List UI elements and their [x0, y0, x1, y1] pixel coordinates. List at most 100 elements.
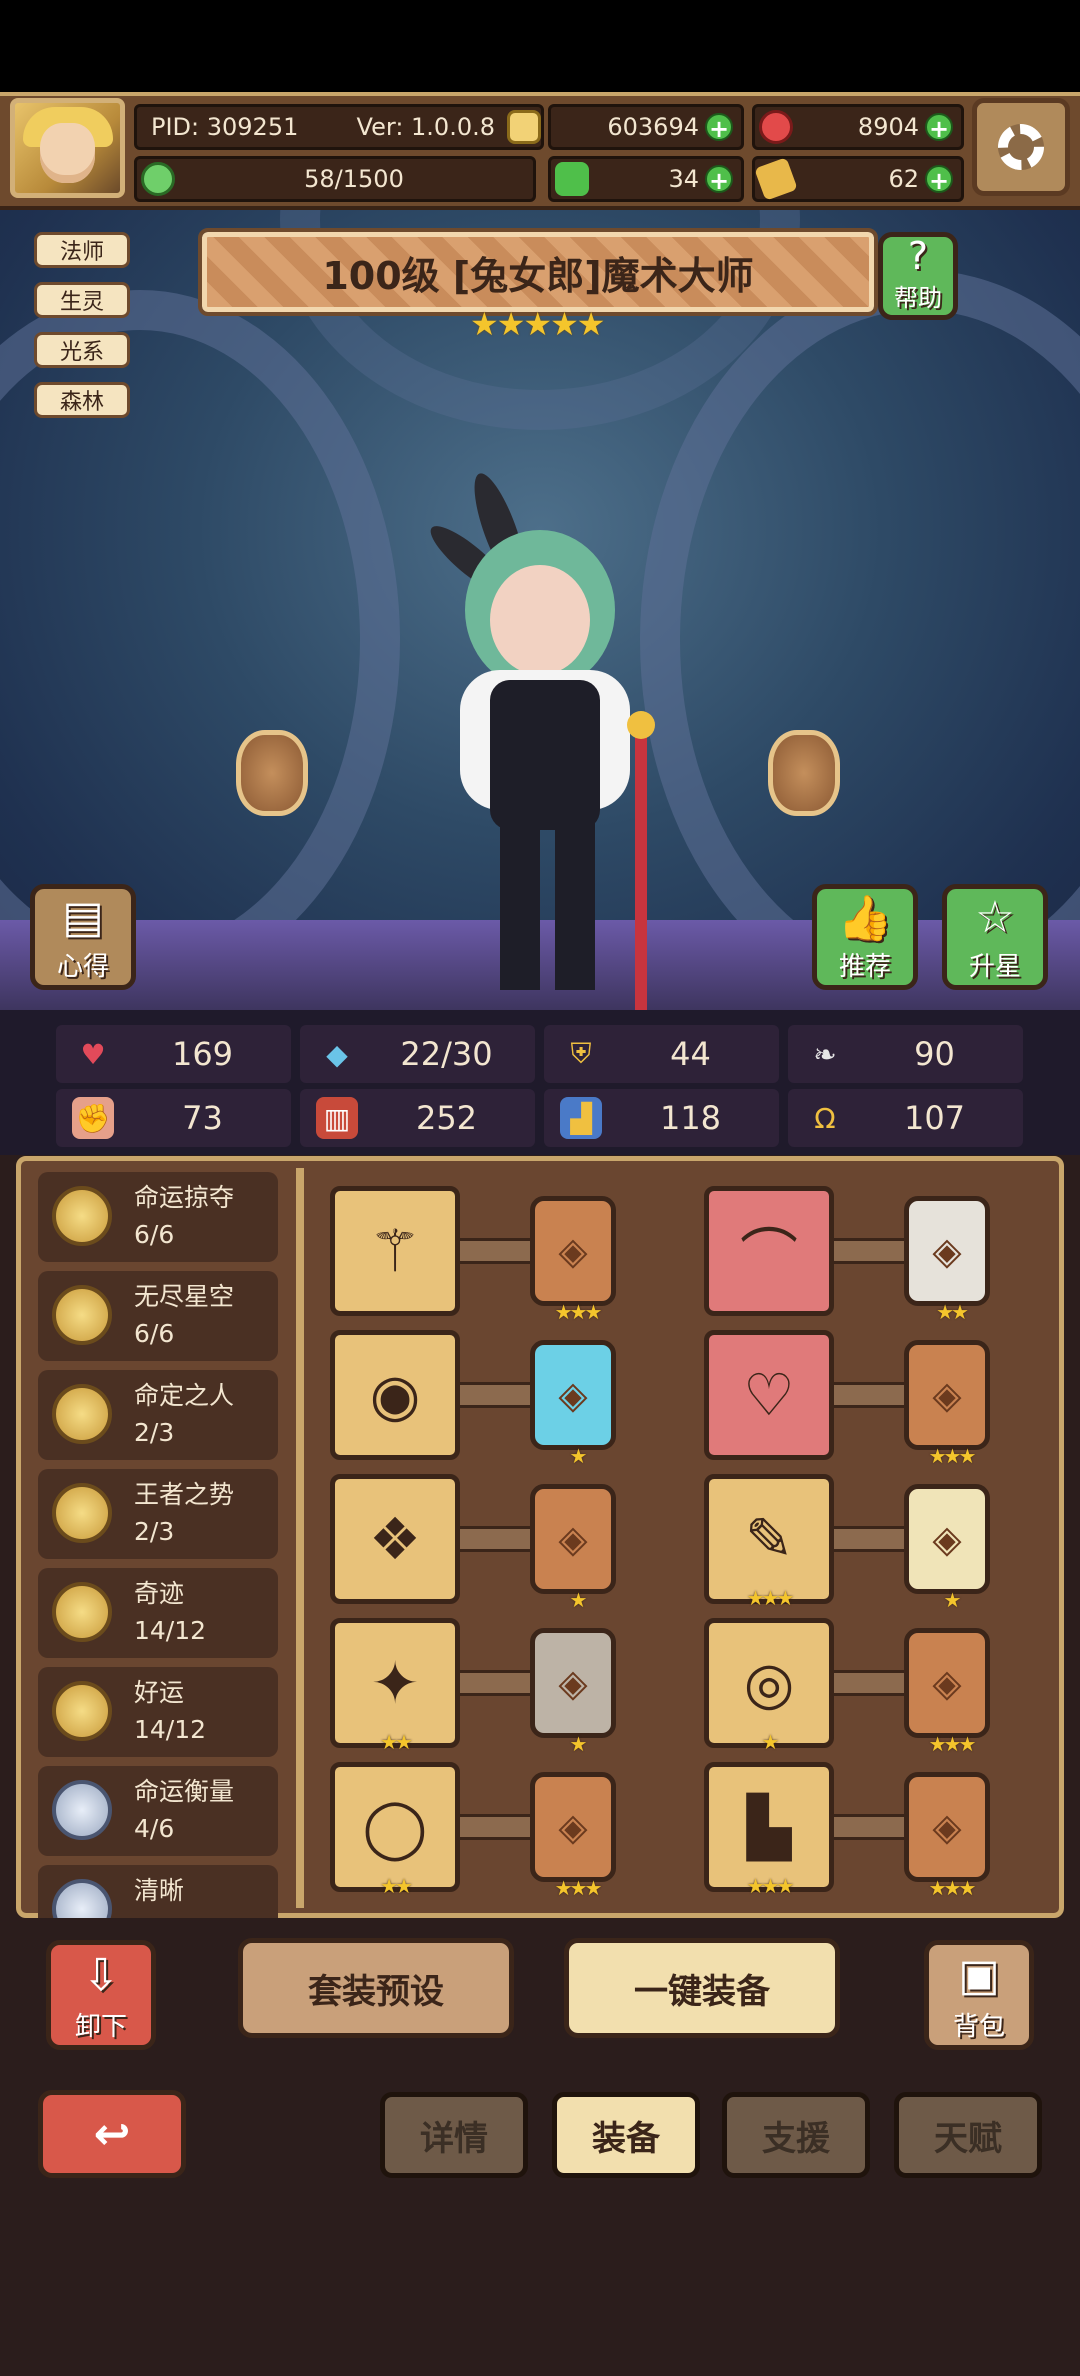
gold-amount: 603694	[607, 113, 699, 141]
hero-character-sprite	[430, 473, 655, 1010]
equipment-slot[interactable]: ◉	[330, 1330, 460, 1460]
set-item[interactable]: 命运衡量 4/6	[38, 1766, 278, 1856]
rune-card[interactable]: ◈	[904, 1484, 990, 1594]
orb-icon: ◉	[369, 1361, 421, 1429]
hero-title-banner: 100级 [兔女郎]魔术大师	[198, 228, 878, 316]
set-item[interactable]: 奇迹 14/12	[38, 1568, 278, 1658]
rune-card-stars: ★★	[936, 1300, 969, 1324]
shield-icon: ⛨	[570, 1037, 592, 1070]
set-preset-button[interactable]: 套装预设	[238, 1938, 514, 2038]
set-emblem-icon	[52, 1780, 112, 1840]
rune-card-icon: ◈	[932, 1517, 962, 1561]
auto-equip-button[interactable]: 一键装备	[564, 1938, 840, 2038]
add-ticket-button[interactable]: +	[925, 165, 953, 195]
rune-card[interactable]: ◈	[530, 1772, 616, 1882]
help-label: 帮助	[894, 284, 942, 312]
settings-gear-button[interactable]	[972, 98, 1070, 196]
rune-card-icon: ◈	[932, 1661, 962, 1705]
gold-counter: 603694 +	[548, 104, 744, 150]
water-drop-icon: ◆	[326, 1037, 348, 1071]
equipment-slot[interactable]: ✦	[330, 1618, 460, 1748]
amulet-icon: ❖	[369, 1505, 421, 1573]
rune-card-stars: ★★★	[928, 1732, 977, 1756]
exp-text: 58/1500	[304, 165, 404, 193]
recommend-label: 推荐	[838, 952, 891, 982]
equipment-slot[interactable]: ▙	[704, 1762, 834, 1892]
unequip-button[interactable]: ⇩ 卸下	[46, 1940, 156, 2050]
tab-talent[interactable]: 天赋	[894, 2092, 1042, 2178]
set-bonus-list[interactable]: 命运掠夺 6/6 无尽星空 6/6 命定之人 2/3 王者之势 2/3 奇迹 14/12 …	[30, 1168, 286, 1918]
slot-link	[460, 1526, 530, 1552]
set-item[interactable]: 命定之人 2/3	[38, 1370, 278, 1460]
equipment-slot[interactable]: ⚚	[330, 1186, 460, 1316]
item-stars: ★★★	[746, 1874, 795, 1898]
terrain-tag: 森林	[34, 382, 130, 418]
boot-icon: ▟	[560, 1097, 602, 1139]
help-button[interactable]: ? 帮助	[878, 232, 958, 320]
back-button[interactable]: ↩	[38, 2090, 186, 2178]
book-icon: ▥	[316, 1097, 358, 1139]
set-item[interactable]: 命运掠夺 6/6	[38, 1172, 278, 1262]
thumbs-up-icon: 👍	[837, 892, 893, 944]
set-emblem-icon	[52, 1879, 112, 1918]
equipment-slot[interactable]: ❖	[330, 1474, 460, 1604]
star-icon: ☆	[975, 892, 1015, 943]
rune-card-stars: ★★★	[554, 1876, 603, 1900]
set-emblem-icon	[52, 1681, 112, 1741]
set-item[interactable]: 清晰	[38, 1865, 278, 1918]
slot-link	[460, 1238, 530, 1264]
tab-support[interactable]: 支援	[722, 2092, 870, 2178]
rune-card[interactable]: ◈	[530, 1340, 616, 1450]
equipment-slot[interactable]: ⌒	[704, 1186, 834, 1316]
bag-button[interactable]: ▣ 背包	[924, 1940, 1034, 2050]
notebook-icon: ▤	[62, 892, 104, 943]
hero-star-rating: ★★★★★	[470, 305, 605, 343]
equipment-slot[interactable]: ◎	[704, 1618, 834, 1748]
rune-card-icon: ◈	[558, 1805, 588, 1849]
insight-button[interactable]: ▤ 心得	[30, 884, 136, 990]
stat-defense: ⛨ 44	[544, 1025, 779, 1083]
rune-card-stars: ★★★	[554, 1300, 603, 1324]
stat-magic: ▥ 252	[300, 1089, 535, 1147]
add-gem-button[interactable]: +	[925, 113, 953, 143]
equipment-slot[interactable]: ✎	[704, 1474, 834, 1604]
ticket-icon	[754, 157, 798, 201]
backpack-icon: ▣	[958, 1950, 1000, 2001]
item-stars: ★	[761, 1730, 780, 1754]
rune-card-icon: ◈	[932, 1229, 962, 1273]
element-tag: 光系	[34, 332, 130, 368]
set-item[interactable]: 无尽星空 6/6	[38, 1271, 278, 1361]
fist-icon: ✊	[72, 1097, 114, 1139]
stat-mana: ◆ 22/30	[300, 1025, 535, 1083]
equipment-slot[interactable]: ◯	[330, 1762, 460, 1892]
add-gold-button[interactable]: +	[705, 113, 733, 143]
equipment-slot[interactable]: ♡	[704, 1330, 834, 1460]
player-avatar[interactable]	[10, 98, 125, 198]
rune-card[interactable]: ◈	[904, 1628, 990, 1738]
tab-details[interactable]: 详情	[380, 2092, 528, 2178]
left-rune-icon[interactable]	[236, 730, 308, 816]
slot-link	[834, 1814, 904, 1840]
ring-icon: ◯	[362, 1793, 428, 1861]
tab-equip[interactable]: 装备	[552, 2092, 700, 2178]
star-up-button[interactable]: ☆ 升星	[942, 884, 1048, 990]
rune-card[interactable]: ◈	[904, 1340, 990, 1450]
set-item[interactable]: 好运 14/12	[38, 1667, 278, 1757]
add-clover-button[interactable]: +	[705, 165, 733, 195]
clover-exp-icon	[141, 162, 175, 196]
rune-card[interactable]: ◈	[904, 1772, 990, 1882]
slot-link	[460, 1670, 530, 1696]
rune-card[interactable]: ◈	[530, 1484, 616, 1594]
rune-card[interactable]: ◈	[530, 1628, 616, 1738]
ticket-counter: 62 +	[752, 156, 964, 202]
set-emblem-icon	[52, 1582, 112, 1642]
unequip-label: 卸下	[74, 2012, 127, 2042]
set-emblem-icon	[52, 1483, 112, 1543]
question-icon: ?	[907, 234, 929, 278]
rune-card[interactable]: ◈	[530, 1196, 616, 1306]
rune-card[interactable]: ◈	[904, 1196, 990, 1306]
set-item[interactable]: 王者之势 2/3	[38, 1469, 278, 1559]
recommend-button[interactable]: 👍 推荐	[812, 884, 918, 990]
right-rune-icon[interactable]	[768, 730, 840, 816]
set-emblem-icon	[52, 1186, 112, 1246]
